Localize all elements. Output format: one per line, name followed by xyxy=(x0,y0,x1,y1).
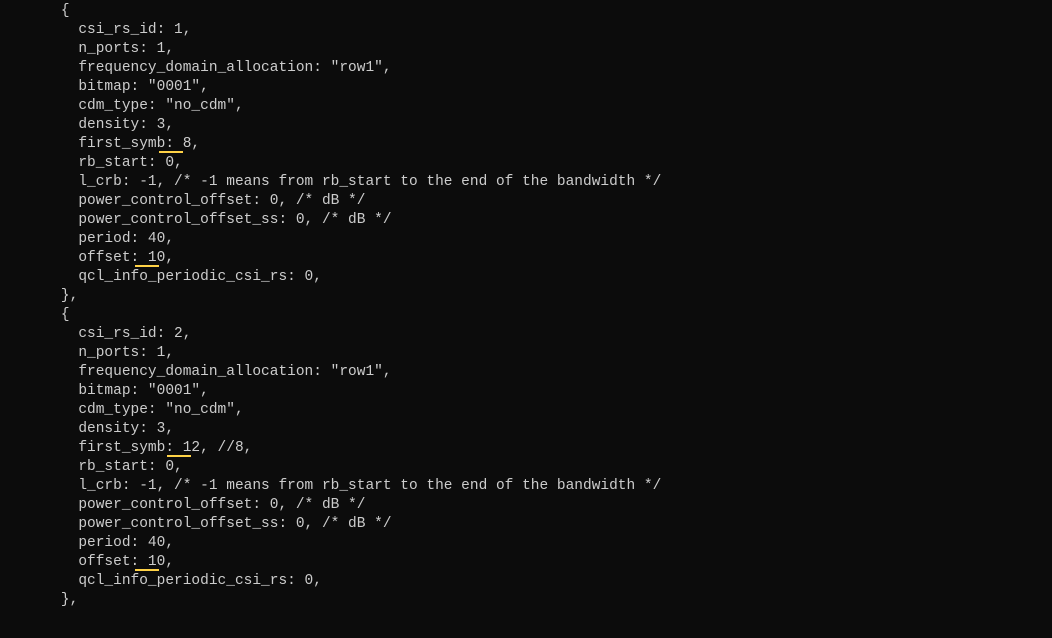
code-text: first_symb: 12, //8, xyxy=(0,440,252,456)
code-line: bitmap: "0001", xyxy=(0,78,1052,97)
code-text: power_control_offset: 0, /* dB */ xyxy=(0,497,365,513)
code-text: power_control_offset: 0, /* dB */ xyxy=(0,193,365,209)
code-line: rb_start: 0, xyxy=(0,154,1052,173)
code-line: period: 40, xyxy=(0,534,1052,553)
code-line: csi_rs_id: 1, xyxy=(0,21,1052,40)
code-text: offset: 10, xyxy=(0,250,174,266)
code-line: rb_start: 0, xyxy=(0,458,1052,477)
code-text: power_control_offset_ss: 0, /* dB */ xyxy=(0,516,392,532)
code-line: first_symb: 12, //8, xyxy=(0,439,1052,458)
code-text: cdm_type: "no_cdm", xyxy=(0,402,244,418)
code-text: first_symb: 8, xyxy=(0,136,200,152)
code-line: cdm_type: "no_cdm", xyxy=(0,401,1052,420)
code-text: qcl_info_periodic_csi_rs: 0, xyxy=(0,269,322,285)
code-text: }, xyxy=(0,592,78,608)
code-line: csi_rs_id: 2, xyxy=(0,325,1052,344)
code-line: qcl_info_periodic_csi_rs: 0, xyxy=(0,572,1052,591)
code-text: rb_start: 0, xyxy=(0,155,183,171)
code-block: { csi_rs_id: 1, n_ports: 1, frequency_do… xyxy=(0,0,1052,610)
code-line: }, xyxy=(0,287,1052,306)
code-line: offset: 10, xyxy=(0,553,1052,572)
code-text: l_crb: -1, /* -1 means from rb_start to … xyxy=(0,174,661,190)
code-text: l_crb: -1, /* -1 means from rb_start to … xyxy=(0,478,661,494)
code-text: bitmap: "0001", xyxy=(0,79,209,95)
code-line: n_ports: 1, xyxy=(0,344,1052,363)
code-text: density: 3, xyxy=(0,421,174,437)
code-line: power_control_offset_ss: 0, /* dB */ xyxy=(0,211,1052,230)
code-text: rb_start: 0, xyxy=(0,459,183,475)
code-line: { xyxy=(0,2,1052,21)
code-line: { xyxy=(0,306,1052,325)
code-line: l_crb: -1, /* -1 means from rb_start to … xyxy=(0,477,1052,496)
code-line: qcl_info_periodic_csi_rs: 0, xyxy=(0,268,1052,287)
code-line: first_symb: 8, xyxy=(0,135,1052,154)
code-line: bitmap: "0001", xyxy=(0,382,1052,401)
code-line: frequency_domain_allocation: "row1", xyxy=(0,363,1052,382)
code-text: { xyxy=(0,3,70,19)
code-line: power_control_offset_ss: 0, /* dB */ xyxy=(0,515,1052,534)
code-line: density: 3, xyxy=(0,116,1052,135)
code-line: n_ports: 1, xyxy=(0,40,1052,59)
code-text: period: 40, xyxy=(0,535,174,551)
code-text: bitmap: "0001", xyxy=(0,383,209,399)
code-text: density: 3, xyxy=(0,117,174,133)
code-text: frequency_domain_allocation: "row1", xyxy=(0,364,392,380)
code-text: qcl_info_periodic_csi_rs: 0, xyxy=(0,573,322,589)
code-line: offset: 10, xyxy=(0,249,1052,268)
code-line: period: 40, xyxy=(0,230,1052,249)
code-text: period: 40, xyxy=(0,231,174,247)
code-text: }, xyxy=(0,288,78,304)
code-text: csi_rs_id: 2, xyxy=(0,326,191,342)
code-line: power_control_offset: 0, /* dB */ xyxy=(0,496,1052,515)
code-line: power_control_offset: 0, /* dB */ xyxy=(0,192,1052,211)
code-line: }, xyxy=(0,591,1052,610)
code-text: n_ports: 1, xyxy=(0,41,174,57)
code-text: csi_rs_id: 1, xyxy=(0,22,191,38)
code-text: offset: 10, xyxy=(0,554,174,570)
code-text: cdm_type: "no_cdm", xyxy=(0,98,244,114)
code-line: cdm_type: "no_cdm", xyxy=(0,97,1052,116)
code-text: frequency_domain_allocation: "row1", xyxy=(0,60,392,76)
code-text: { xyxy=(0,307,70,323)
code-text: n_ports: 1, xyxy=(0,345,174,361)
code-text: power_control_offset_ss: 0, /* dB */ xyxy=(0,212,392,228)
code-line: l_crb: -1, /* -1 means from rb_start to … xyxy=(0,173,1052,192)
code-line: frequency_domain_allocation: "row1", xyxy=(0,59,1052,78)
code-line: density: 3, xyxy=(0,420,1052,439)
